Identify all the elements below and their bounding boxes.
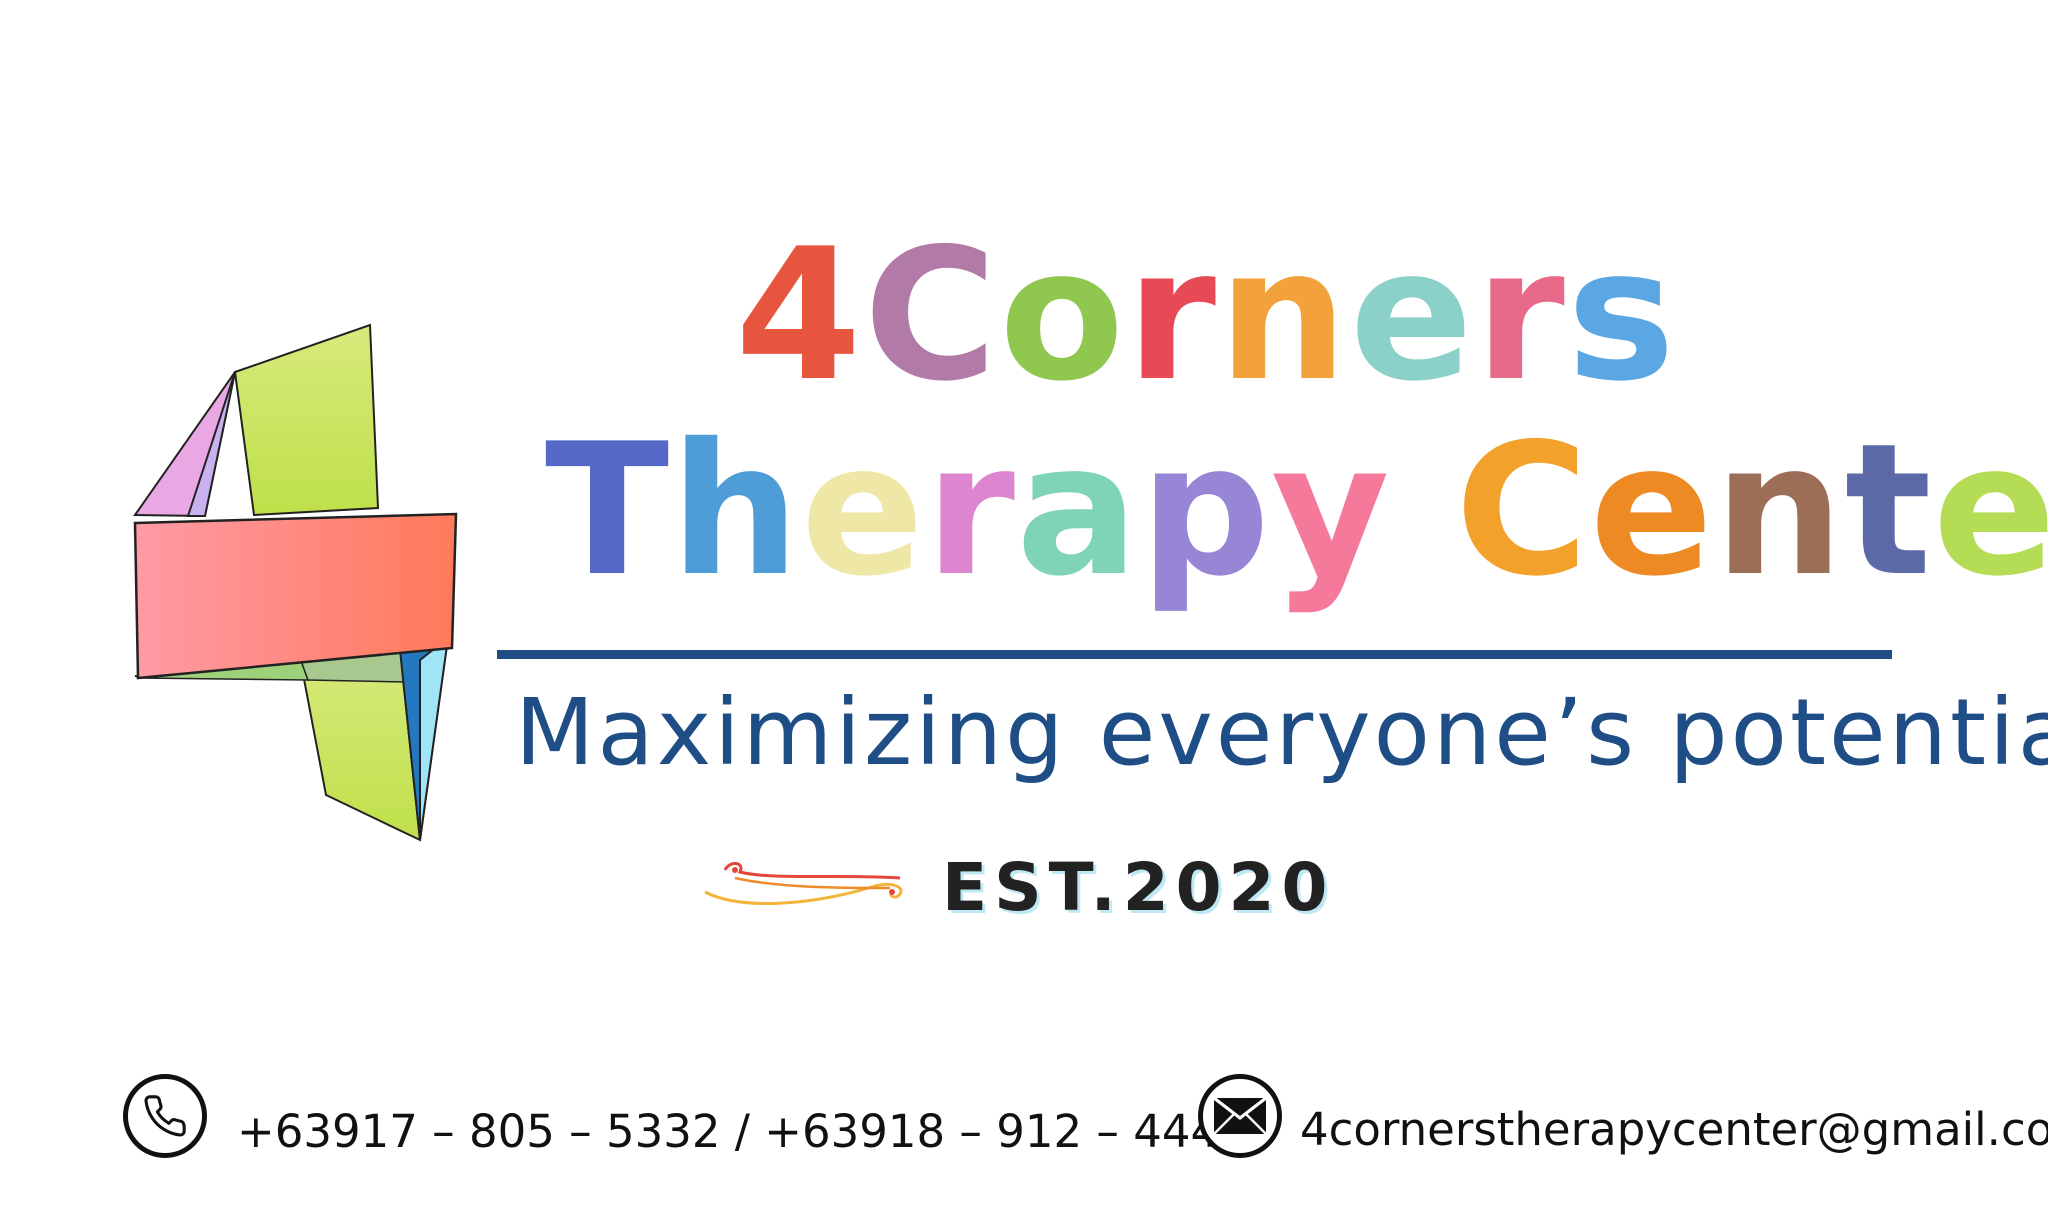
email-address: 4cornerstherapycenter@gmail.com (1300, 1103, 2048, 1156)
phone-numbers: +63917 – 805 – 5332 / +63918 – 912 – 444… (237, 1105, 1248, 1158)
envelope-icon (1198, 1074, 1282, 1158)
title-letter: C (863, 209, 1000, 421)
title-letter: e (1349, 209, 1476, 421)
title-letter: r (925, 404, 1016, 616)
title-letter: e (800, 404, 926, 616)
title-letter: 4 (735, 209, 864, 421)
established-year: EST.2020 (942, 849, 1335, 926)
title-letter: h (670, 404, 801, 616)
brand-title-line-2: Therapy Center (545, 410, 2048, 610)
tagline: Maximizing everyone’s potential (515, 679, 2048, 786)
title-letter: p (1139, 404, 1272, 616)
phone-icon (123, 1074, 207, 1158)
title-letter: n (1218, 209, 1350, 421)
logo-mark (133, 323, 458, 842)
title-divider (497, 650, 1892, 659)
title-letter: o (999, 209, 1127, 421)
title-letter: r (1475, 209, 1567, 421)
title-letter: y (1271, 404, 1391, 616)
title-letter: n (1714, 404, 1845, 616)
title-letter: e (1932, 404, 2048, 616)
brand-title-line-1: 4Corners (735, 215, 1677, 415)
title-letter: s (1566, 209, 1678, 421)
title-letter: e (1589, 404, 1715, 616)
title-letter: a (1015, 404, 1140, 616)
title-letter: t (1844, 404, 1933, 616)
flourish-ornament (704, 862, 903, 905)
title-letter (1391, 410, 1455, 610)
title-letter: T (545, 404, 671, 616)
title-letter: r (1126, 209, 1219, 421)
title-letter: C (1455, 404, 1590, 616)
